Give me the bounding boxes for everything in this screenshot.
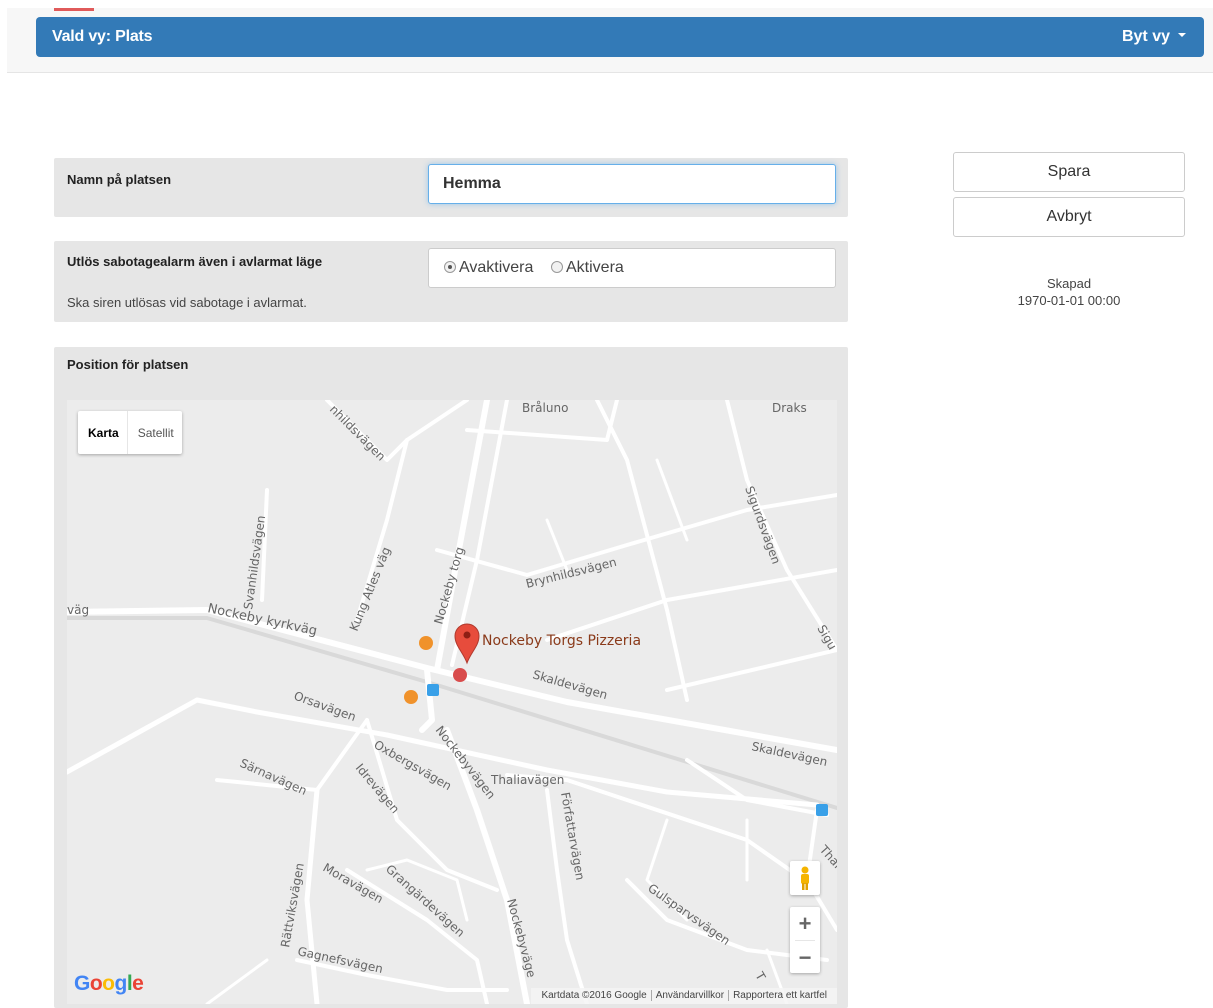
- radio-selected-icon: [444, 261, 456, 273]
- position-label: Position för platsen: [67, 357, 189, 372]
- street-label: Sigurdsvägen: [742, 484, 783, 566]
- sabotage-help: Ska siren utlösas vid sabotage i avlarma…: [67, 295, 307, 310]
- sabotage-label: Utlös sabotagealarm även i avlarmat läge: [67, 254, 323, 269]
- street-label: Sigu: [814, 623, 837, 653]
- caret-down-icon: [1178, 32, 1186, 37]
- created-label: Skapad: [1046, 276, 1092, 291]
- street-view-pegman-icon[interactable]: [790, 861, 820, 895]
- sabotage-panel: Utlös sabotagealarm även i avlarmat läge…: [54, 241, 848, 322]
- radio-avaktivera-label: Avaktivera: [459, 259, 534, 276]
- street-label: T: [752, 969, 769, 984]
- created-timestamp: 1970-01-01 00:00: [1017, 293, 1121, 308]
- street-label: väg: [67, 603, 89, 617]
- terms-link[interactable]: Användarvillkor: [650, 990, 729, 1001]
- street-label: Thaliavägen: [490, 773, 564, 787]
- sabotage-radio-group: Avaktivera Aktivera: [428, 248, 836, 288]
- road-nockeby-kyrkvag: [67, 607, 837, 753]
- name-label: Namn på platsen: [67, 172, 172, 187]
- street-label: Idrevägen: [353, 761, 402, 816]
- street-label: Rättviksvägen: [278, 862, 307, 949]
- name-input[interactable]: [428, 164, 836, 204]
- zoom-out-button[interactable]: −: [790, 941, 820, 974]
- bus-stop-icon-east: [816, 804, 828, 816]
- google-logo: Google: [74, 972, 144, 995]
- location-marker-icon[interactable]: [454, 623, 480, 665]
- view-header-bar: Vald vy: Plats Byt vy: [36, 17, 1204, 57]
- save-button[interactable]: Spara: [953, 152, 1185, 192]
- road-nockebyvagen: [444, 727, 530, 1004]
- street-label: Kung Atles väg: [347, 545, 394, 633]
- map-type-satellit[interactable]: Satellit: [128, 411, 182, 454]
- marker-label: Nockeby Torgs Pizzeria: [482, 633, 641, 649]
- report-error-link[interactable]: Rapportera ett kartfel: [728, 990, 831, 1001]
- radio-avaktivera[interactable]: Avaktivera: [444, 259, 533, 277]
- cancel-button[interactable]: Avbryt: [953, 197, 1185, 237]
- zoom-control: + −: [790, 907, 820, 973]
- map[interactable]: Bråluno Draks nhildsvägen Svanhildsvägen…: [67, 400, 837, 1004]
- radio-aktivera[interactable]: Aktivera: [551, 259, 624, 277]
- map-canvas: Bråluno Draks nhildsvägen Svanhildsvägen…: [67, 400, 837, 1004]
- radio-aktivera-label: Aktivera: [566, 259, 624, 276]
- map-type-control: Karta Satellit: [78, 411, 182, 454]
- map-attribution: Kartdata ©2016 Google Användarvillkor Rapp…: [531, 988, 837, 1004]
- road-short: [655, 458, 689, 542]
- map-type-karta[interactable]: Karta: [78, 411, 128, 454]
- street-label: Gulsparvsvägen: [645, 881, 732, 948]
- road-rattviksvagen: [304, 787, 320, 1004]
- shop-icon: [453, 668, 467, 682]
- road-sigurdsvagen: [725, 400, 837, 652]
- cafe-icon: [404, 690, 418, 704]
- road-east-2: [665, 648, 837, 692]
- red-mark: [54, 8, 94, 11]
- street-label: Draks: [772, 401, 807, 415]
- switch-view-label: Byt vy: [1121, 28, 1170, 45]
- view-title: Vald vy: Plats: [52, 28, 153, 45]
- name-panel: Namn på platsen: [54, 158, 848, 217]
- radio-unselected-icon: [551, 261, 563, 273]
- road-short-2: [545, 518, 569, 572]
- street-label: nhildsvägen: [327, 402, 388, 463]
- street-label: Bråluno: [522, 401, 568, 415]
- bus-stop-icon: [427, 684, 439, 696]
- restaurant-icon: [419, 636, 433, 650]
- road-sw: [205, 958, 269, 1004]
- map-data-credit: Kartdata ©2016 Google: [541, 990, 647, 1001]
- zoom-in-button[interactable]: +: [790, 907, 820, 940]
- switch-view-dropdown[interactable]: Byt vy: [1122, 28, 1186, 46]
- street-label: Särnavägen: [238, 756, 309, 798]
- street-label: Författarvägen: [558, 791, 587, 881]
